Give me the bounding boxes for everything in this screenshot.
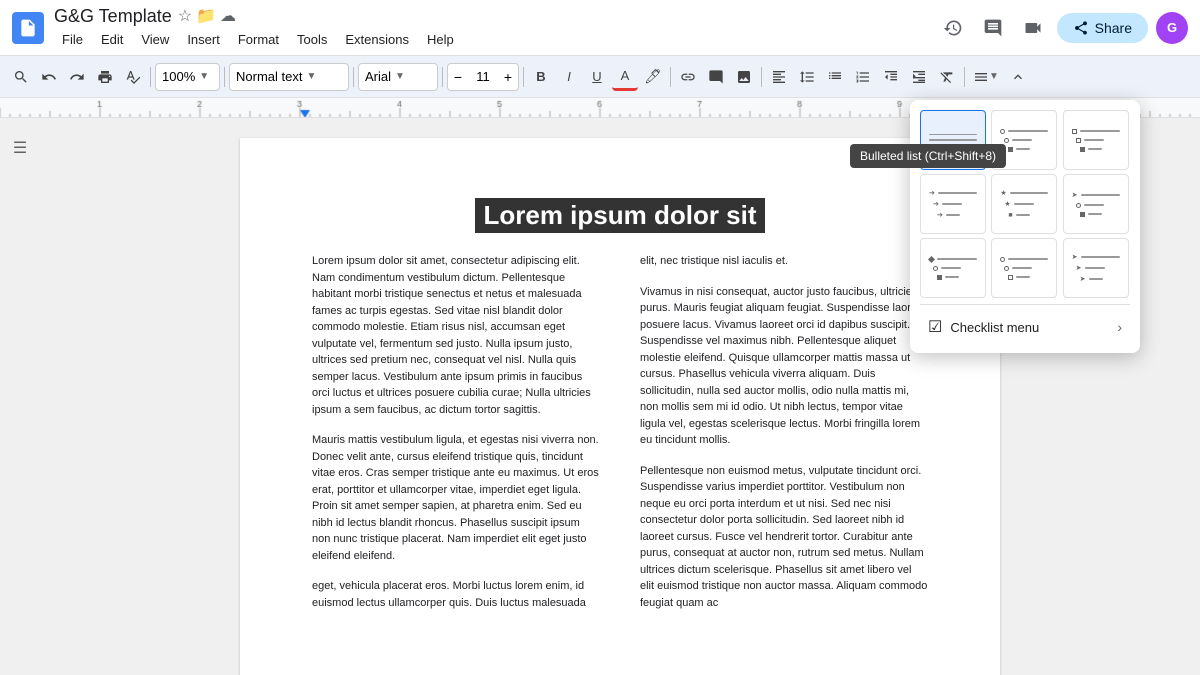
- separator2: [224, 67, 225, 87]
- page-title: Lorem ipsum dolor sit: [475, 198, 764, 233]
- user-avatar[interactable]: G: [1156, 12, 1188, 44]
- share-button[interactable]: Share: [1057, 13, 1148, 43]
- list-icon[interactable]: ☰: [13, 138, 27, 158]
- checklist-menu-item[interactable]: ☑ Checklist menu ›: [920, 311, 1130, 343]
- highlight-button[interactable]: 🖊: [640, 63, 666, 91]
- menu-tools[interactable]: Tools: [289, 29, 335, 50]
- line-spacing-button[interactable]: [794, 63, 820, 91]
- paragraph-5: Pellentesque non euismod metus, vulputat…: [640, 463, 928, 612]
- page-title-area: Lorem ipsum dolor sit: [312, 198, 928, 233]
- menu-extensions[interactable]: Extensions: [337, 29, 417, 50]
- menu-insert[interactable]: Insert: [179, 29, 228, 50]
- list-dropdown: ➔ ➔ ➔ ★ ★ ■ ➤ ➤ ➤: [910, 100, 1140, 353]
- comment-button[interactable]: [703, 63, 729, 91]
- indent-more-button[interactable]: [906, 63, 932, 91]
- doc-title[interactable]: G&G Template: [54, 6, 172, 27]
- app-icon: [12, 12, 44, 44]
- separator8: [964, 67, 965, 87]
- font-size-input[interactable]: [468, 69, 498, 84]
- list-style-square[interactable]: [1063, 110, 1129, 170]
- folder-icon[interactable]: 📁: [196, 6, 216, 26]
- checklist-label-text: Checklist menu: [950, 320, 1039, 335]
- paragraph-4: Vivamus in nisi consequat, auctor justo …: [640, 284, 928, 449]
- chevron-right-icon: ›: [1117, 319, 1122, 335]
- redo-button[interactable]: [64, 63, 90, 91]
- share-label: Share: [1095, 20, 1132, 36]
- list-style-arrow[interactable]: ➔ ➔ ➔: [920, 174, 986, 234]
- list-style-circle-small[interactable]: [991, 238, 1057, 298]
- spellcheck-button[interactable]: [120, 63, 146, 91]
- top-right-controls: Share G: [937, 12, 1188, 44]
- list-style-circle[interactable]: [991, 110, 1057, 170]
- comments-button[interactable]: [977, 12, 1009, 44]
- menu-bar: File Edit View Insert Format Tools Exten…: [54, 29, 927, 50]
- link-button[interactable]: [675, 63, 701, 91]
- text-color-button[interactable]: A: [612, 63, 638, 91]
- history-button[interactable]: [937, 12, 969, 44]
- checklist-icon: ☑: [928, 317, 942, 337]
- menu-edit[interactable]: Edit: [93, 29, 131, 50]
- separator5: [523, 67, 524, 87]
- list-style-none[interactable]: [920, 110, 986, 170]
- undo-button[interactable]: [36, 63, 62, 91]
- align-button[interactable]: [766, 63, 792, 91]
- star-icon[interactable]: ☆: [178, 6, 192, 26]
- list-style-diamond[interactable]: [920, 238, 986, 298]
- meet-button[interactable]: [1017, 12, 1049, 44]
- checklist-button[interactable]: [822, 63, 848, 91]
- paragraph-1: Lorem ipsum dolor sit amet, consectetur …: [312, 253, 600, 418]
- list-style-star[interactable]: ★ ★ ■: [991, 174, 1057, 234]
- separator1: [150, 67, 151, 87]
- format-options-button[interactable]: ▼: [969, 63, 1003, 91]
- page: Lorem ipsum dolor sit Lorem ipsum dolor …: [240, 138, 1000, 675]
- italic-button[interactable]: I: [556, 63, 582, 91]
- clear-format-button[interactable]: [934, 63, 960, 91]
- image-button[interactable]: [731, 63, 757, 91]
- print-button[interactable]: [92, 63, 118, 91]
- font-size-decrease[interactable]: −: [448, 63, 468, 91]
- separator4: [442, 67, 443, 87]
- separator7: [761, 67, 762, 87]
- search-button[interactable]: [8, 63, 34, 91]
- separator3: [353, 67, 354, 87]
- toolbar: 100% ▼ Normal text ▼ Arial ▼ − + B I U A…: [0, 56, 1200, 98]
- menu-file[interactable]: File: [54, 29, 91, 50]
- menu-view[interactable]: View: [133, 29, 177, 50]
- cloud-icon[interactable]: ☁: [220, 6, 236, 26]
- collapse-toolbar-button[interactable]: [1005, 63, 1031, 91]
- zoom-select[interactable]: 100% ▼: [155, 63, 220, 91]
- paragraph-2: Mauris mattis vestibulum ligula, et eges…: [312, 432, 600, 564]
- left-margin: ☰: [0, 118, 40, 675]
- font-size-increase[interactable]: +: [498, 63, 518, 91]
- menu-help[interactable]: Help: [419, 29, 462, 50]
- title-bar: G&G Template ☆ 📁 ☁ File Edit View Insert…: [0, 0, 1200, 56]
- separator6: [670, 67, 671, 87]
- dropdown-divider: [920, 304, 1130, 305]
- doc-title-area: G&G Template ☆ 📁 ☁ File Edit View Insert…: [54, 6, 927, 50]
- ordered-list-button[interactable]: [850, 63, 876, 91]
- list-grid: ➔ ➔ ➔ ★ ★ ■ ➤ ➤ ➤: [920, 110, 1130, 298]
- font-size-area: − +: [447, 63, 519, 91]
- menu-format[interactable]: Format: [230, 29, 287, 50]
- indent-less-button[interactable]: [878, 63, 904, 91]
- bold-button[interactable]: B: [528, 63, 554, 91]
- style-select[interactable]: Normal text ▼: [229, 63, 349, 91]
- list-style-arrow2[interactable]: ➤: [1063, 174, 1129, 234]
- list-style-arrow3[interactable]: ➤ ➤ ➤: [1063, 238, 1129, 298]
- font-select[interactable]: Arial ▼: [358, 63, 438, 91]
- underline-button[interactable]: U: [584, 63, 610, 91]
